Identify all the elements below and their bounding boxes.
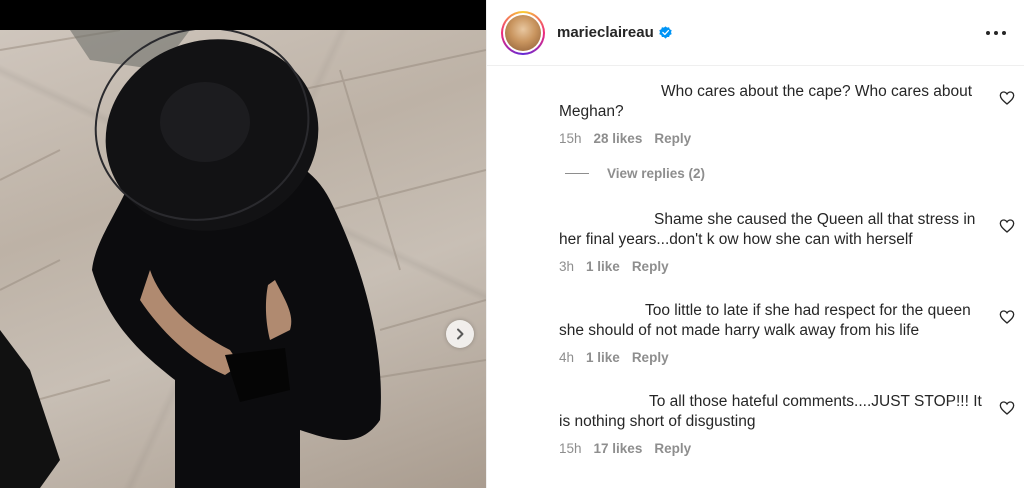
comment-item: To all those hateful comments....JUST ST…	[559, 392, 989, 456]
dot	[1002, 31, 1006, 35]
comment-body: Too little to late if she had respect fo…	[559, 301, 989, 341]
heart-icon[interactable]	[999, 400, 1015, 416]
comment-likes[interactable]: 17 likes	[594, 441, 643, 456]
comment-time[interactable]: 15h	[559, 131, 582, 146]
heart-icon[interactable]	[999, 309, 1015, 325]
comment-text: Shame she caused the Queen all that stre…	[559, 211, 976, 248]
comment-body: To all those hateful comments....JUST ST…	[559, 392, 989, 432]
comment-time[interactable]: 3h	[559, 259, 574, 274]
post-header: marieclaireau	[487, 0, 1024, 66]
reply-button[interactable]: Reply	[632, 350, 669, 365]
comment-time[interactable]: 4h	[559, 350, 574, 365]
chevron-right-icon	[457, 328, 464, 340]
dot	[994, 31, 998, 35]
comments-panel: marieclaireau Who cares about the cape? …	[486, 0, 1024, 488]
comment-likes[interactable]: 28 likes	[594, 131, 643, 146]
comment-item: Too little to late if she had respect fo…	[559, 301, 989, 365]
post-photo-panel	[0, 0, 486, 488]
comment-likes[interactable]: 1 like	[586, 259, 620, 274]
photo-illustration	[0, 30, 486, 488]
dot	[986, 31, 990, 35]
comment-text: Too little to late if she had respect fo…	[559, 302, 971, 339]
heart-icon[interactable]	[999, 218, 1015, 234]
comment-meta: 4h 1 like Reply	[559, 350, 989, 365]
avatar	[505, 14, 541, 51]
carousel-next-button[interactable]	[446, 320, 474, 348]
reply-button[interactable]: Reply	[654, 441, 691, 456]
view-replies-label: View replies (2)	[607, 166, 706, 181]
comment-meta: 15h 28 likes Reply	[559, 131, 989, 146]
reply-button[interactable]: Reply	[654, 131, 691, 146]
comment-body: Shame she caused the Queen all that stre…	[559, 210, 989, 250]
comment-item: Who cares about the cape? Who cares abou…	[559, 82, 989, 146]
view-replies-button[interactable]: View replies (2)	[565, 166, 705, 181]
comment-text: To all those hateful comments....JUST ST…	[559, 393, 982, 430]
comment-body: Who cares about the cape? Who cares abou…	[559, 82, 989, 122]
comment-likes[interactable]: 1 like	[586, 350, 620, 365]
avatar-frame	[503, 12, 543, 53]
post-image[interactable]	[0, 30, 486, 488]
comment-text: Who cares about the cape? Who cares abou…	[559, 83, 973, 120]
verified-badge-icon	[659, 26, 672, 39]
post-username[interactable]: marieclaireau	[557, 24, 654, 41]
comment-time[interactable]: 15h	[559, 441, 582, 456]
heart-icon[interactable]	[999, 90, 1015, 106]
comment-meta: 3h 1 like Reply	[559, 259, 989, 274]
comment-item: Shame she caused the Queen all that stre…	[559, 210, 989, 274]
more-options-icon[interactable]	[986, 24, 1006, 42]
replies-divider	[565, 173, 589, 174]
reply-button[interactable]: Reply	[632, 259, 669, 274]
story-ring[interactable]	[501, 10, 545, 55]
comment-meta: 15h 17 likes Reply	[559, 441, 989, 456]
